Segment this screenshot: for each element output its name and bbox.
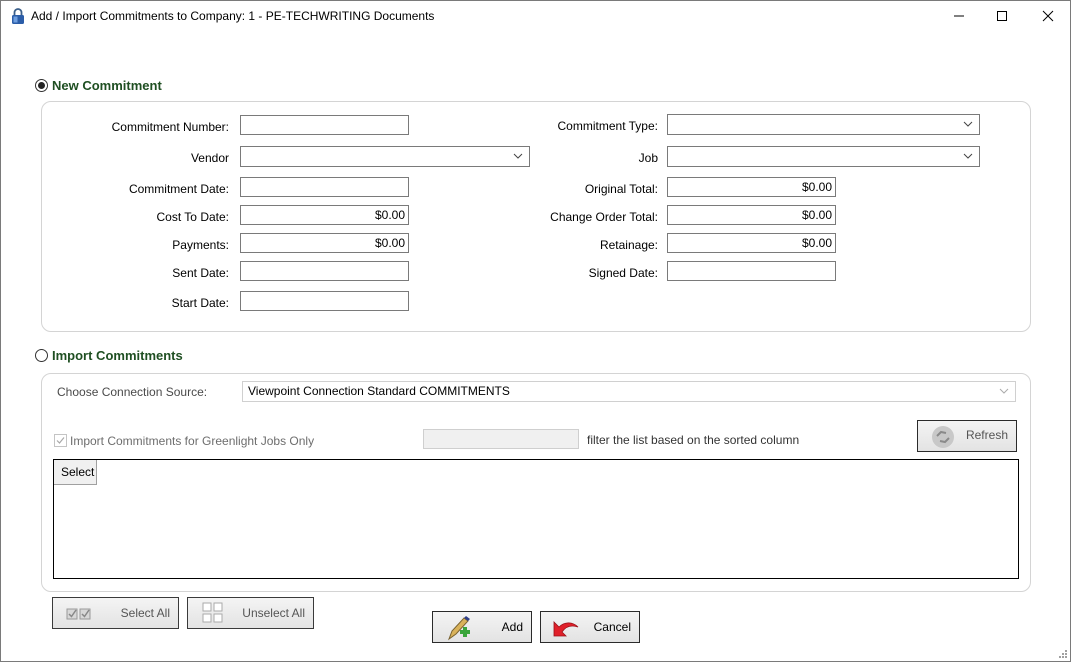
unselect-all-icon bbox=[202, 602, 223, 623]
filter-hint: filter the list based on the sorted colu… bbox=[587, 433, 800, 447]
dialog-window: Add / Import Commitments to Company: 1 -… bbox=[0, 0, 1071, 662]
job-label: Job bbox=[638, 151, 658, 165]
close-button[interactable] bbox=[1025, 1, 1071, 31]
cancel-button[interactable]: Cancel bbox=[540, 611, 640, 643]
close-icon bbox=[1042, 10, 1054, 22]
commitment-type-label: Commitment Type: bbox=[557, 119, 658, 133]
vendor-label: Vendor bbox=[190, 151, 229, 165]
grid-column-header-select[interactable]: Select bbox=[54, 460, 97, 485]
payments-label: Payments: bbox=[172, 238, 229, 252]
minimize-button[interactable] bbox=[936, 1, 982, 31]
cost-to-date-label: Cost To Date: bbox=[156, 210, 229, 224]
new-commitment-heading: New Commitment bbox=[52, 78, 162, 93]
checkmark-icon bbox=[56, 437, 65, 444]
retainage-label: Retainage: bbox=[599, 238, 658, 252]
import-commitments-radio[interactable] bbox=[35, 349, 48, 362]
new-commitment-radio[interactable] bbox=[35, 79, 48, 92]
maximize-icon bbox=[997, 11, 1007, 21]
add-button[interactable]: Add bbox=[432, 611, 532, 643]
vendor-select[interactable] bbox=[240, 146, 530, 167]
cost-to-date-input[interactable]: $0.00 bbox=[240, 205, 409, 225]
title-bar: Add / Import Commitments to Company: 1 -… bbox=[1, 1, 1070, 31]
commitment-number-input[interactable] bbox=[240, 115, 409, 135]
refresh-icon bbox=[932, 426, 954, 448]
job-select[interactable] bbox=[667, 146, 980, 167]
retainage-input[interactable]: $0.00 bbox=[667, 233, 836, 253]
filter-input[interactable] bbox=[423, 429, 579, 449]
commitments-grid[interactable]: Select bbox=[53, 459, 1019, 579]
payments-input[interactable]: $0.00 bbox=[240, 233, 409, 253]
window-title: Add / Import Commitments to Company: 1 -… bbox=[31, 9, 435, 23]
unselect-all-button[interactable]: Unselect All bbox=[187, 597, 314, 629]
change-order-total-input[interactable]: $0.00 bbox=[667, 205, 836, 225]
commitment-date-label: Commitment Date: bbox=[128, 182, 229, 196]
connection-source-select[interactable]: Viewpoint Connection Standard COMMITMENT… bbox=[242, 381, 1016, 402]
greenlight-jobs-label: Import Commitments for Greenlight Jobs O… bbox=[70, 434, 315, 448]
minimize-icon bbox=[954, 15, 964, 17]
greenlight-jobs-checkbox[interactable] bbox=[54, 434, 67, 447]
original-total-input[interactable]: $0.00 bbox=[667, 177, 836, 197]
signed-date-input[interactable] bbox=[667, 261, 836, 281]
undo-arrow-icon bbox=[553, 621, 579, 637]
maximize-button[interactable] bbox=[979, 1, 1025, 31]
commitment-date-input[interactable] bbox=[240, 177, 409, 197]
change-order-total-label: Change Order Total: bbox=[550, 210, 658, 224]
select-all-button[interactable]: Select All bbox=[52, 597, 179, 629]
chevron-down-icon bbox=[999, 388, 1009, 394]
lock-icon bbox=[12, 8, 24, 24]
sent-date-input[interactable] bbox=[240, 261, 409, 281]
connection-source-label: Choose Connection Source: bbox=[57, 385, 208, 399]
resize-grip-icon[interactable] bbox=[1058, 649, 1068, 659]
commitment-number-label: Commitment Number: bbox=[111, 120, 229, 134]
pen-add-icon bbox=[447, 616, 470, 641]
sent-date-label: Sent Date: bbox=[172, 266, 229, 280]
start-date-input[interactable] bbox=[240, 291, 409, 311]
commitment-type-select[interactable] bbox=[667, 114, 980, 135]
original-total-label: Original Total: bbox=[584, 182, 658, 196]
import-commitments-heading: Import Commitments bbox=[52, 348, 183, 363]
select-all-icon bbox=[66, 608, 91, 620]
chevron-down-icon bbox=[963, 121, 973, 127]
refresh-button[interactable]: Refresh bbox=[917, 420, 1017, 452]
start-date-label: Start Date: bbox=[171, 296, 229, 310]
signed-date-label: Signed Date: bbox=[588, 266, 658, 280]
chevron-down-icon bbox=[963, 153, 973, 159]
